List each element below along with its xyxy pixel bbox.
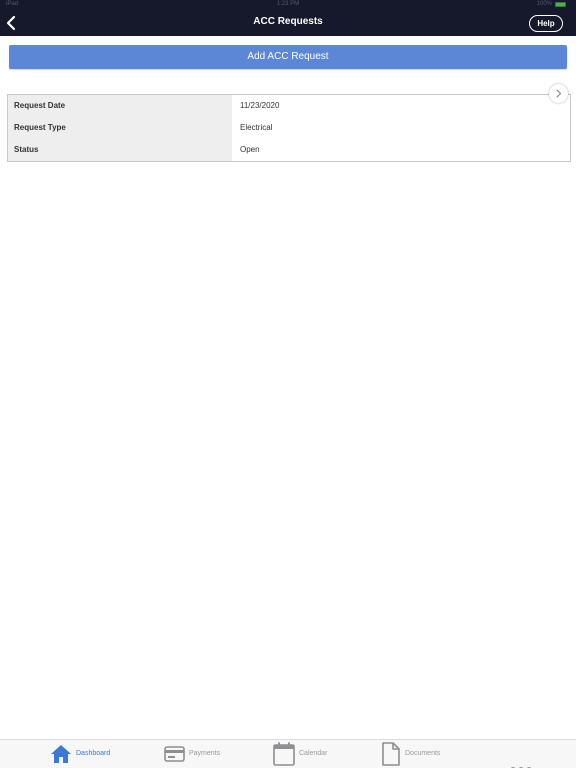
more-icon[interactable] bbox=[510, 760, 540, 768]
row-value: Open bbox=[240, 145, 260, 154]
chevron-right-icon bbox=[556, 89, 562, 98]
tab-payments[interactable]: Payments bbox=[164, 740, 234, 768]
battery-icon bbox=[555, 2, 566, 7]
battery-percent: 100% bbox=[536, 1, 552, 7]
tab-calendar[interactable]: Calendar bbox=[273, 740, 343, 768]
tab-bar: Dashboard Payments Calendar Documents bbox=[0, 739, 576, 768]
request-row-status: Status Open bbox=[8, 139, 570, 161]
tab-documents[interactable]: Documents bbox=[382, 740, 452, 768]
row-value: 11/23/2020 bbox=[240, 101, 280, 110]
help-button[interactable]: Help bbox=[529, 15, 563, 32]
home-icon bbox=[51, 745, 71, 763]
calendar-icon bbox=[273, 742, 295, 766]
document-icon bbox=[382, 742, 400, 766]
add-acc-request-button[interactable]: Add ACC Request bbox=[9, 45, 567, 69]
tab-label: Documents bbox=[405, 750, 441, 757]
status-time: 1:23 PM bbox=[276, 1, 300, 7]
request-card[interactable]: Request Date 11/23/2020 Request Type Ele… bbox=[7, 94, 571, 162]
tab-label: Calendar bbox=[299, 750, 328, 757]
status-bar: iPad 1:23 PM 100% bbox=[0, 0, 576, 10]
row-value: Electrical bbox=[240, 123, 273, 132]
open-request-button[interactable] bbox=[549, 84, 568, 103]
tab-label: Dashboard bbox=[76, 750, 111, 757]
tab-dashboard[interactable]: Dashboard bbox=[50, 740, 120, 768]
request-row-date: Request Date 11/23/2020 bbox=[8, 95, 570, 117]
card-icon bbox=[164, 746, 185, 762]
page-title: ACC Requests bbox=[253, 16, 323, 27]
nav-bar: ACC Requests Help bbox=[0, 10, 576, 36]
tab-label: Payments bbox=[189, 750, 221, 757]
row-label: Request Type bbox=[8, 117, 232, 139]
row-label: Status bbox=[8, 139, 232, 161]
row-label: Request Date bbox=[8, 95, 232, 117]
request-row-type: Request Type Electrical bbox=[8, 117, 570, 139]
